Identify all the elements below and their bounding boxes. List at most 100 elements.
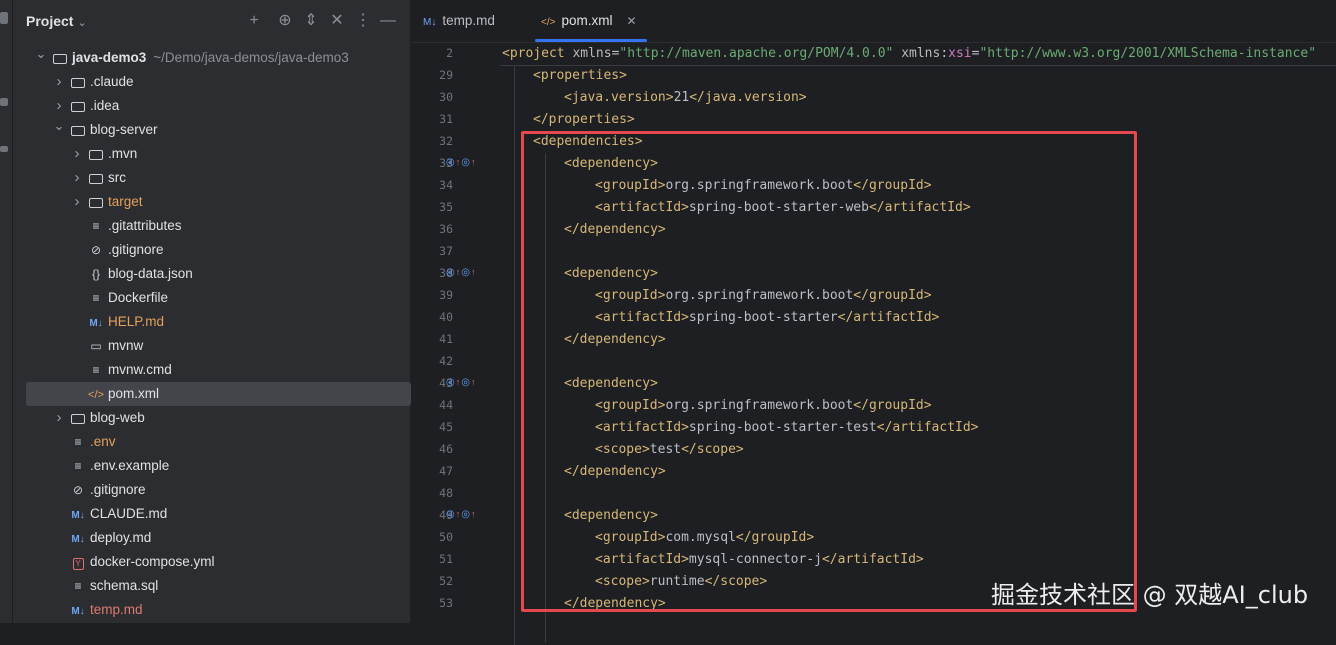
tree-item[interactable]: › .mvn <box>13 142 410 166</box>
tree-item-label: .env <box>90 434 116 449</box>
collapse-all-icon[interactable]: ✕ <box>327 10 347 32</box>
tree-item[interactable]: ▭ mvnw <box>13 334 410 358</box>
tree-item-label: mvnw.cmd <box>108 362 172 377</box>
close-icon[interactable]: ✕ <box>626 14 636 28</box>
tab-pom-xml[interactable]: </> pom.xml ✕ <box>535 0 647 42</box>
line-number: 35 <box>439 200 453 214</box>
text-file-icon: ≡ <box>92 363 100 377</box>
json-file-icon: {} <box>91 267 100 281</box>
tree-item-label: mvnw <box>108 338 144 353</box>
expand-all-icon[interactable]: ⇕ <box>301 10 321 32</box>
tool-window-strip <box>0 0 13 623</box>
tree-item[interactable]: </> pom.xml <box>26 382 411 406</box>
tree-item[interactable]: Ydocker-compose.yml <box>13 550 410 574</box>
structure-tool-icon[interactable] <box>0 98 8 106</box>
tree-item[interactable]: ≡ .gitattributes <box>13 214 410 238</box>
tree-item[interactable]: ≡ Dockerfile <box>13 286 410 310</box>
tree-item[interactable]: ≡ .env <box>13 430 410 454</box>
tree-item[interactable]: › target <box>13 190 410 214</box>
more-icon[interactable]: ⋮ <box>353 10 373 32</box>
commit-tool-icon[interactable] <box>0 146 8 152</box>
tree-item[interactable]: ⊘ .gitignore <box>13 238 410 262</box>
editor-gutter: 2 29 30 31 32 33 ◎↑◎↑ 34 35 36 37 38 ◎↑◎↑ 39 40 41 42 43 ◎… <box>411 43 499 623</box>
tree-item[interactable]: ≡ schema.sql <box>13 574 410 598</box>
tree-item-label: .idea <box>90 98 120 113</box>
tree-item[interactable]: › blog-web <box>13 406 410 430</box>
dependency-gutter-icon[interactable]: ◎↑◎↑ <box>446 267 476 278</box>
line-number: 52 <box>439 574 453 588</box>
line-number: 34 <box>439 178 453 192</box>
tree-item[interactable]: ≡ mvnw.cmd <box>13 358 410 382</box>
dependency-gutter-icon[interactable]: ◎↑◎↑ <box>446 377 476 388</box>
dependency-gutter-icon[interactable]: ◎↑◎↑ <box>446 157 476 168</box>
tree-item[interactable]: › .claude <box>13 70 410 94</box>
folder-icon <box>70 118 86 142</box>
line-number: 29 <box>439 68 453 82</box>
tree-item-label: docker-compose.yml <box>90 554 215 569</box>
line-number: 36 <box>439 222 453 236</box>
dependencies-highlight-box <box>521 131 1137 612</box>
tab-temp-md[interactable]: M↓ temp.md <box>423 0 495 42</box>
project-tool-icon[interactable] <box>0 12 8 24</box>
sticky-line: <project xmlns="http://maven.apache.org/… <box>500 43 1336 66</box>
dependency-gutter-icon[interactable]: ◎↑◎↑ <box>446 509 476 520</box>
editor-tab-bar: M↓ temp.md </> pom.xml ✕ <box>411 0 1336 43</box>
tree-item[interactable]: ≡ .env.example <box>13 454 410 478</box>
line-number: 40 <box>439 310 453 324</box>
tree-item-label: java-demo3 ~/Demo/java-demos/java-demo3 <box>72 50 349 65</box>
tree-item[interactable]: › .idea <box>13 94 410 118</box>
tree-item-label: .env.example <box>90 458 170 473</box>
tab-label: pom.xml <box>561 13 613 28</box>
tree-item-label: temp.md <box>90 602 143 617</box>
tree-item[interactable]: M↓ deploy.md <box>13 526 410 550</box>
code-line: <properties> <box>533 68 627 83</box>
tree-item-label: schema.sql <box>90 578 159 593</box>
tree-item-label: .claude <box>90 74 134 89</box>
chevron-down-icon: ⌄ <box>77 17 87 29</box>
tree-item-label: Dockerfile <box>108 290 169 305</box>
markdown-file-icon: M↓ <box>71 534 85 545</box>
tree-item[interactable]: ⊘ .gitignore <box>13 478 410 502</box>
ignore-file-icon: ⊘ <box>90 243 102 257</box>
chevron-right-icon[interactable]: › <box>53 70 65 94</box>
line-number: 51 <box>439 552 453 566</box>
text-file-icon: ≡ <box>92 291 100 305</box>
folder-icon <box>52 46 68 70</box>
tree-item[interactable]: ⌄ java-demo3 ~/Demo/java-demos/java-demo3 <box>13 46 410 70</box>
tab-label: temp.md <box>442 13 495 28</box>
project-view-selector[interactable]: Project ⌄ <box>26 13 87 29</box>
line-number: 44 <box>439 398 453 412</box>
project-path: ~/Demo/java-demos/java-demo3 <box>153 50 349 65</box>
tree-item-label: deploy.md <box>90 530 152 545</box>
chevron-right-icon[interactable]: › <box>71 190 83 214</box>
tree-item[interactable]: {} blog-data.json <box>13 262 410 286</box>
project-panel: Project ⌄ + ⊕ ⇕ ✕ ⋮ — ⌄ java-demo3 ~/Demo/j… <box>13 0 411 623</box>
line-number: 50 <box>439 530 453 544</box>
chevron-right-icon[interactable]: › <box>53 406 65 430</box>
tree-item-label: .gitignore <box>108 242 164 257</box>
xml-file-icon: </> <box>541 17 556 28</box>
tree-item[interactable]: M↓ CLAUDE.md <box>13 502 410 526</box>
tree-item-label: .gitattributes <box>108 218 182 233</box>
add-icon[interactable]: + <box>244 10 264 32</box>
chevron-down-icon[interactable]: ⌄ <box>53 114 65 138</box>
tree-item[interactable]: › src <box>13 166 410 190</box>
folder-icon <box>70 406 86 430</box>
tree-item-label: pom.xml <box>108 386 160 401</box>
locate-icon[interactable]: ⊕ <box>275 10 295 32</box>
chevron-down-icon[interactable]: ⌄ <box>35 42 47 66</box>
markdown-file-icon: M↓ <box>71 510 85 521</box>
tree-item-label: target <box>108 194 143 209</box>
chevron-right-icon[interactable]: › <box>71 142 83 166</box>
code-line: </properties> <box>533 112 635 127</box>
project-header: Project ⌄ + ⊕ ⇕ ✕ ⋮ — <box>13 0 410 42</box>
yaml-file-icon: Y <box>70 550 86 574</box>
minimize-icon[interactable]: — <box>378 10 398 32</box>
tree-item[interactable]: ⌄ blog-server <box>13 118 410 142</box>
tree-item[interactable]: M↓ temp.md <box>13 598 410 622</box>
text-file-icon: ≡ <box>92 219 100 233</box>
markdown-file-icon: M↓ <box>89 318 103 329</box>
line-number: 42 <box>439 354 453 368</box>
chevron-right-icon[interactable]: › <box>71 166 83 190</box>
tree-item[interactable]: M↓ HELP.md <box>13 310 410 334</box>
